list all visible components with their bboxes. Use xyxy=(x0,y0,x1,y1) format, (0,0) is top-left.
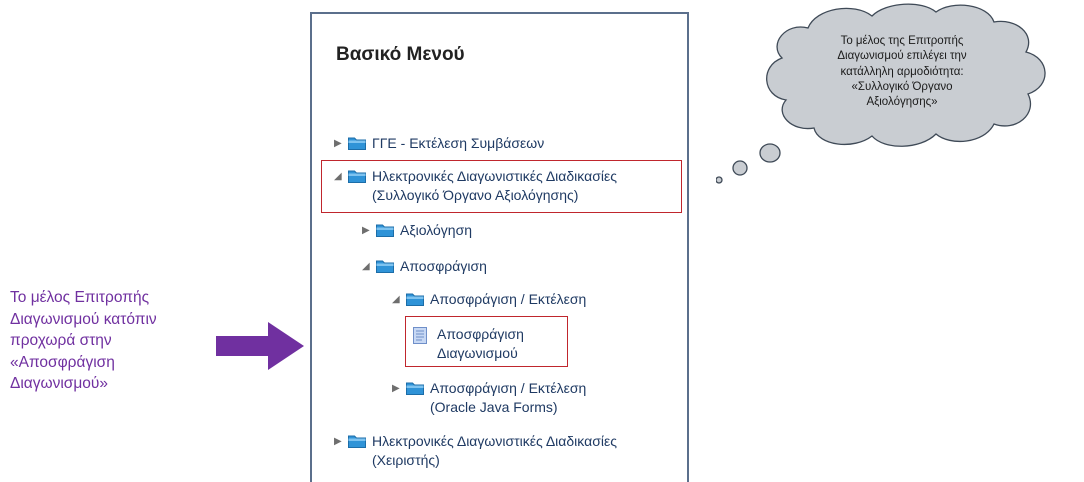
collapsed-arrow-icon[interactable]: ▶ xyxy=(334,134,348,153)
tree-item-unsealing-execution[interactable]: ◢ Αποσφράγιση / Εκτέλεση xyxy=(392,290,586,309)
tree-item-gge-contract-execution[interactable]: ▶ ΓΓΕ - Εκτέλεση Συμβάσεων xyxy=(334,134,544,153)
tree-item-label: Αποσφράγιση / Εκτέλεση (Oracle Java Forms… xyxy=(430,380,587,415)
pointer-arrow-icon xyxy=(216,322,304,370)
folder-icon xyxy=(376,224,394,237)
folder-icon xyxy=(406,382,424,395)
folder-icon xyxy=(348,435,366,448)
tree-item-label: Αποσφράγιση xyxy=(400,258,487,274)
collapsed-arrow-icon[interactable]: ▶ xyxy=(362,221,376,240)
highlight-box-tender-unsealing xyxy=(405,316,568,367)
tree-item-label: Αποσφράγιση / Εκτέλεση xyxy=(430,291,587,307)
folder-icon xyxy=(406,293,424,306)
tree-item-evaluation[interactable]: ▶ Αξιολόγηση xyxy=(362,221,472,240)
tree-item-unsealing-execution-forms[interactable]: ▶ Αποσφράγιση / Εκτέλεση (Oracle Java For… xyxy=(392,379,586,417)
collapsed-arrow-icon[interactable]: ▶ xyxy=(392,379,406,398)
callout-text: Το μέλος της Επιτροπής Διαγωνισμού επιλέ… xyxy=(837,35,967,109)
annotation-text: Το μέλος Επιτροπής Διαγωνισμού κατόπιν π… xyxy=(10,289,157,392)
collapsed-arrow-icon[interactable]: ▶ xyxy=(334,432,348,451)
tree-item-label: Ηλεκτρονικές Διαγωνιστικές Διαδικασίες (Χ… xyxy=(372,433,617,468)
highlight-box-role xyxy=(321,160,682,213)
expanded-arrow-icon[interactable]: ◢ xyxy=(392,290,406,309)
tree-item-label: Αξιολόγηση xyxy=(400,222,473,238)
folder-icon xyxy=(348,137,366,150)
expanded-arrow-icon[interactable]: ◢ xyxy=(362,257,376,276)
tree-item-label: ΓΓΕ - Εκτέλεση Συμβάσεων xyxy=(372,135,545,151)
tree-item-eprocurement-operator[interactable]: ▶ Ηλεκτρονικές Διαγωνιστικές Διαδικασίες… xyxy=(334,432,617,470)
menu-title: Βασικό Μενού xyxy=(336,44,465,65)
tree-item-unsealing[interactable]: ◢ Αποσφράγιση xyxy=(362,257,487,276)
folder-icon xyxy=(376,260,394,273)
